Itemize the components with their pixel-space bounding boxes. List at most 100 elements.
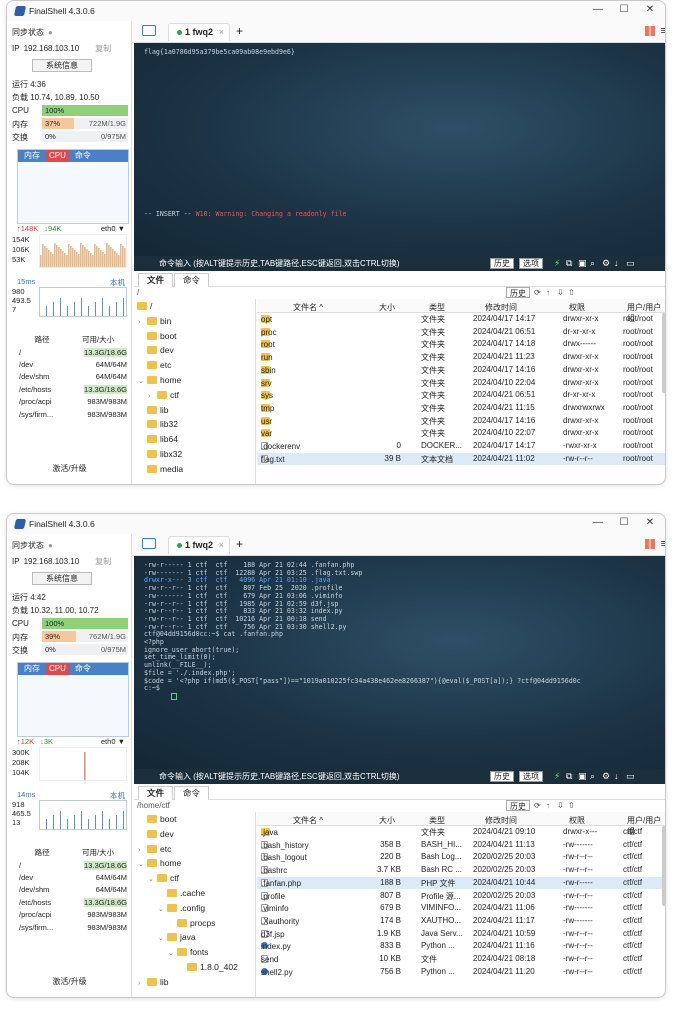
file-row[interactable]: .bash_logout 220 B Bash Log... 2020/02/25 2… [257,851,665,864]
tree-node[interactable]: media [138,464,183,474]
copy-ip-button[interactable]: 复制 [95,557,111,566]
expand-icon[interactable]: › [138,319,147,326]
terminal[interactable]: -rw-r----- 1 ctf ctf 188 Apr 21 02:44 .f… [134,556,665,769]
expand-icon[interactable]: › [138,980,147,987]
file-row[interactable]: .java 文件夹 2024/04/21 09:10 drwxr-x--- ctf/ct… [257,826,665,839]
collapse-icon[interactable]: ⌄ [138,860,147,868]
tree-node[interactable]: ⌄ ctf [148,873,179,883]
collapse-icon[interactable]: ⌄ [148,875,157,883]
download-icon[interactable]: ↓ [614,256,619,271]
collapse-icon[interactable]: ⌄ [158,905,167,913]
file-row[interactable]: proc 文件夹 2024/04/21 06:51 dr-xr-xr-x root/ro… [257,326,665,339]
column-header[interactable]: 类型 [429,302,445,313]
tree-node[interactable]: ⌄ home [138,375,181,385]
column-header[interactable]: 类型 [429,815,445,826]
file-row[interactable]: var 文件夹 2024/04/10 22:07 drwxr-xr-x root/roo… [257,427,665,440]
search-icon[interactable]: ⌕ [590,769,595,784]
fullscreen-icon[interactable]: ▭ [626,769,635,784]
tree-node[interactable]: ⌄ java [158,932,196,942]
minimize-button[interactable]: — [585,517,611,528]
net-interface-select[interactable]: eth0 ▼ [101,224,125,233]
tree-node[interactable]: procps [168,918,216,928]
file-row[interactable]: shell2.py 756 B Python ... 2024/04/21 11:20… [257,966,665,979]
column-header[interactable]: 大小 [379,815,395,826]
disk-row[interactable]: /etc/hosts 13.3G/18.6G [17,383,129,395]
file-row[interactable]: .Xauthority 174 B XAUTHO... 2024/04/21 11:1… [257,915,665,928]
process-tab-command[interactable]: 命令 [72,150,94,162]
file-row[interactable]: d3f.jsp 1.9 KB Java Serv... 2024/04/21 10:5… [257,928,665,941]
collapse-icon[interactable]: ⌄ [158,934,167,942]
file-row[interactable]: root 文件夹 2024/04/17 14:18 drwx------ root/ro… [257,338,665,351]
scrollbar[interactable] [662,313,665,393]
history-button[interactable]: 历史 [490,258,514,269]
tree-node[interactable]: / [134,301,152,311]
system-info-button[interactable]: 系统信息 [32,59,92,72]
file-tab-command[interactable]: 命令 [174,273,210,287]
tree-node[interactable]: .cache [158,888,205,898]
column-header[interactable]: 大小 [379,302,395,313]
file-row[interactable]: .viminfo 679 B VIMINFO... 2024/04/21 11:06 -… [257,902,665,915]
lightning-icon[interactable]: ⚡ [554,256,560,271]
fullscreen-icon[interactable]: ▭ [626,256,635,271]
folder-icon[interactable] [142,25,156,36]
refresh-icon[interactable]: ⟳ [534,287,541,299]
activate-upgrade-link[interactable]: 激活/升级 [7,463,132,474]
close-button[interactable]: ✕ [637,517,663,528]
disk-row[interactable]: /dev 64M/64M [17,871,129,883]
disk-row[interactable]: /etc/hosts 13.3G/18.6G [17,896,129,908]
tree-node[interactable]: ⌄ .config [158,903,205,913]
command-input-bar[interactable]: 命令输入 (按ALT键提示历史,TAB键路径,ESC键返回,双击CTRL切换) 历… [134,769,665,784]
net-interface-select[interactable]: eth0 ▼ [101,737,125,746]
paste-icon[interactable]: ▣ [578,256,587,271]
process-tab-cpu[interactable]: CPU [46,663,69,675]
tree-node[interactable]: ⌄ fonts [168,947,208,957]
tree-node[interactable]: libx32 [138,449,182,459]
file-row[interactable]: flag.txt 39 B 文本文档 2024/04/21 11:02 -rw-r--r… [257,452,665,466]
file-row[interactable]: index.py 833 B Python ... 2024/04/21 11:16 -… [257,940,665,953]
tree-node[interactable]: dev [138,345,174,355]
tree-node[interactable]: lib32 [138,419,178,429]
tree-node[interactable]: boot [138,814,177,824]
options-button[interactable]: 选项 [519,258,543,269]
disk-row[interactable]: /sys/firm... 983M/983M [17,921,129,933]
options-button[interactable]: 选项 [519,771,543,782]
search-icon[interactable]: ⌕ [590,256,595,271]
lightning-icon[interactable]: ⚡ [554,769,560,784]
session-tab[interactable]: 1 fwq2 × [168,536,230,554]
add-tab-button[interactable]: + [236,24,243,38]
copy-icon[interactable]: ⧉ [566,769,572,784]
command-input-bar[interactable]: 命令输入 (按ALT键提示历史,TAB键路径,ESC键返回,双击CTRL切换) 历… [134,256,665,271]
file-row[interactable]: send 10 KB 文件 2024/04/21 08:18 -rw-r--r-- ctf… [257,953,665,966]
current-path-input[interactable]: / [137,288,139,297]
column-header[interactable]: 文件名 ^ [293,815,323,826]
path-history-button[interactable]: 历史 [506,287,530,298]
copy-ip-button[interactable]: 复制 [95,44,111,53]
tree-node[interactable]: dev [138,829,174,839]
download-icon[interactable]: ⇩ [557,800,564,812]
file-row[interactable]: sbin 文件夹 2024/04/17 14:16 drwxr-xr-x root/ro… [257,364,665,377]
tree-node[interactable]: › bin [138,316,171,326]
current-path-input[interactable]: /home/ctf [137,801,170,810]
upload-icon[interactable]: ⇧ [568,287,575,299]
file-row[interactable]: .profile 807 B Profile 源... 2020/02/25 20:0… [257,890,665,903]
file-row[interactable]: sys 文件夹 2024/04/21 06:51 dr-xr-xr-x root/roo… [257,389,665,402]
activate-upgrade-link[interactable]: 激活/升级 [7,976,132,987]
path-history-button[interactable]: 历史 [506,800,530,811]
layout-grid-icon[interactable] [645,539,655,549]
gear-icon[interactable]: ⚙ [602,256,610,271]
menu-icon[interactable]: ≡ [661,25,665,37]
process-tab-command[interactable]: 命令 [72,663,94,675]
layout-grid-icon[interactable] [645,26,655,36]
terminal[interactable]: flag{1a0786d95a379be5ca09ab08e9ebd9e6} --… [134,43,665,256]
file-row[interactable]: opt 文件夹 2024/04/17 14:17 drwxr-xr-x root/roo… [257,313,665,326]
column-header[interactable]: 修改时间 [485,815,517,826]
scrollbar[interactable] [662,826,665,906]
expand-icon[interactable]: › [148,393,157,400]
disk-row[interactable]: /dev/shm 64M/64M [17,371,129,383]
system-info-button[interactable]: 系统信息 [32,572,92,585]
column-header[interactable]: 修改时间 [485,302,517,313]
upload-icon[interactable]: ⇧ [568,800,575,812]
tree-node[interactable]: › lib [138,977,169,987]
process-tab-memory[interactable]: 内存 [21,663,43,675]
disk-row[interactable]: /proc/acpi 983M/983M [17,909,129,921]
